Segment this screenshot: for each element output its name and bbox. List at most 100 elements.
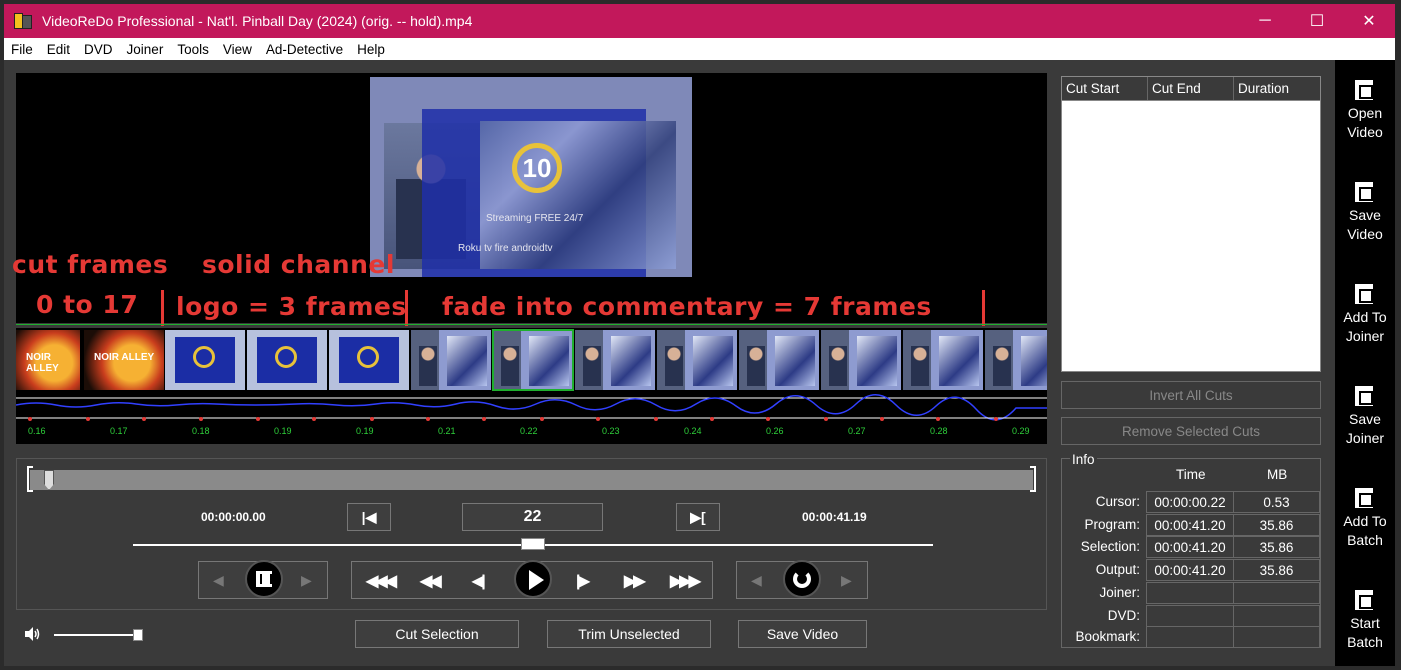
info-output-time: 00:00:41.20 (1146, 559, 1234, 581)
col-duration[interactable]: Duration (1234, 77, 1320, 100)
invert-all-cuts-button[interactable]: Invert All Cuts (1061, 381, 1321, 409)
add-to-joiner-icon (1353, 280, 1377, 306)
menu-edit[interactable]: Edit (40, 42, 77, 57)
tick-label: 0.17 (110, 426, 128, 436)
info-col-time: Time (1176, 467, 1206, 482)
thumbnail[interactable] (329, 330, 409, 390)
right-arrow-icon[interactable]: ▶ (841, 572, 852, 589)
thumbnail[interactable] (575, 330, 655, 390)
selection-start-bracket[interactable] (27, 466, 33, 492)
menu-view[interactable]: View (216, 42, 259, 57)
annotation-divider (405, 290, 408, 326)
go-to-end-button[interactable]: ▶[ (676, 503, 720, 531)
right-toolbar (1335, 60, 1395, 666)
play-button[interactable] (514, 560, 552, 598)
tick-label: 0.27 (848, 426, 866, 436)
info-col-mb: MB (1267, 467, 1288, 482)
menu-dvd[interactable]: DVD (77, 42, 120, 57)
thumbnail-strip[interactable]: NOIR ALLEY NOIR ALLEY (16, 328, 1047, 392)
menu-help[interactable]: Help (350, 42, 392, 57)
timeline-marker-line (16, 324, 1047, 325)
volume-slider[interactable] (54, 634, 138, 636)
rewind-icon[interactable]: ◀◀ (420, 571, 442, 591)
info-joiner-time (1146, 582, 1234, 604)
menu-joiner[interactable]: Joiner (120, 42, 171, 57)
col-cut-start[interactable]: Cut Start (1062, 77, 1148, 100)
start-batch-button[interactable]: Start Batch (1335, 586, 1395, 652)
forward-fast-icon[interactable]: ▶▶▶ (670, 571, 701, 591)
close-button[interactable]: ✕ (1343, 4, 1395, 38)
loop-group: ◀ ▶ (736, 560, 868, 599)
info-output-mb: 35.86 (1233, 559, 1320, 581)
forward-icon[interactable]: ▶▶ (624, 571, 646, 591)
zoom-handle[interactable] (521, 538, 545, 550)
thumbnail[interactable]: NOIR ALLEY (84, 330, 164, 390)
info-label: Selection: (1080, 539, 1140, 554)
loop-button[interactable] (783, 560, 821, 598)
save-video-toolbar-button[interactable]: Save Video (1335, 178, 1395, 244)
menu-file[interactable]: File (4, 42, 40, 57)
start-batch-icon (1353, 586, 1377, 612)
right-arrow-icon[interactable]: ▶ (301, 572, 312, 589)
tick-label: 0.21 (438, 426, 456, 436)
volume-icon[interactable] (24, 626, 40, 642)
info-label: Joiner: (1099, 585, 1140, 600)
info-label: Cursor: (1095, 494, 1140, 509)
thumbnail[interactable] (739, 330, 819, 390)
left-arrow-icon[interactable]: ◀ (213, 572, 224, 589)
step-back-icon[interactable]: ◀| (472, 571, 486, 591)
cut-list[interactable]: Cut Start Cut End Duration (1061, 76, 1321, 372)
rewind-fast-icon[interactable]: ◀◀◀ (366, 571, 397, 591)
frame-number-box[interactable]: 22 (462, 503, 603, 531)
stop-group: ◀ ▶ (198, 560, 328, 599)
maximize-button[interactable]: ☐ (1291, 4, 1343, 38)
info-label: DVD: (1107, 608, 1140, 623)
annotation-solid-channel: solid channel (202, 250, 395, 279)
trim-unselected-button[interactable]: Trim Unselected (547, 620, 711, 648)
info-label: Program: (1084, 517, 1140, 532)
thumbnail[interactable]: NOIR ALLEY (16, 330, 80, 390)
thumbnail-selected[interactable] (492, 329, 574, 391)
thumbnail[interactable] (411, 330, 491, 390)
remove-selected-cuts-button[interactable]: Remove Selected Cuts (1061, 417, 1321, 445)
tick-label: 0.28 (930, 426, 948, 436)
minimize-button[interactable]: ─ (1239, 4, 1291, 38)
save-video-icon (1353, 178, 1377, 204)
video-preview[interactable]: 10 Streaming FREE 24/7 Roku tv fire andr… (16, 73, 1047, 323)
step-forward-icon[interactable]: |▶ (576, 571, 590, 591)
menu-bar: File Edit DVD Joiner Tools View Ad-Detec… (4, 38, 1395, 60)
thumbnail[interactable] (821, 330, 901, 390)
thumbnail[interactable] (985, 330, 1047, 390)
add-to-batch-button[interactable]: Add To Batch (1335, 484, 1395, 550)
window-title: VideoReDo Professional - Nat'l. Pinball … (42, 13, 473, 29)
thumbnail[interactable] (165, 330, 245, 390)
position-slider[interactable] (30, 470, 1033, 490)
thumbnail[interactable] (903, 330, 983, 390)
info-program-mb: 35.86 (1233, 514, 1320, 536)
add-to-joiner-button[interactable]: Add To Joiner (1335, 280, 1395, 346)
menu-ad-detective[interactable]: Ad-Detective (259, 42, 350, 57)
end-time: 00:00:41.19 (802, 510, 867, 524)
cut-selection-button[interactable]: Cut Selection (355, 620, 519, 648)
go-to-start-button[interactable]: |◀ (347, 503, 391, 531)
info-panel: Info Time MB Cursor: 00:00:00.22 0.53 Pr… (1061, 452, 1321, 648)
save-joiner-button[interactable]: Save Joiner (1335, 382, 1395, 448)
tick-label: 0.26 (766, 426, 784, 436)
annotation-divider (982, 290, 985, 326)
timeline-ticks: 0.16 0.17 0.18 0.19 0.19 0.21 0.22 0.23 … (16, 426, 1047, 440)
left-arrow-icon[interactable]: ◀ (751, 572, 762, 589)
open-video-button[interactable]: Open Video (1335, 76, 1395, 142)
col-cut-end[interactable]: Cut End (1148, 77, 1234, 100)
menu-tools[interactable]: Tools (170, 42, 216, 57)
transport-group: ◀◀◀ ◀◀ ◀| |▶ ▶▶ ▶▶▶ (351, 560, 713, 599)
info-label: Output: (1095, 562, 1140, 577)
selection-end-bracket[interactable] (1030, 466, 1036, 492)
stop-button[interactable] (245, 560, 283, 598)
annotation-logo-frames: logo = 3 frames (176, 292, 407, 321)
tick-label: 0.29 (1012, 426, 1030, 436)
overlay-text: Streaming FREE 24/7 (486, 213, 584, 224)
volume-handle[interactable] (133, 629, 143, 641)
thumbnail[interactable] (247, 330, 327, 390)
thumbnail[interactable] (657, 330, 737, 390)
save-video-button[interactable]: Save Video (738, 620, 867, 648)
